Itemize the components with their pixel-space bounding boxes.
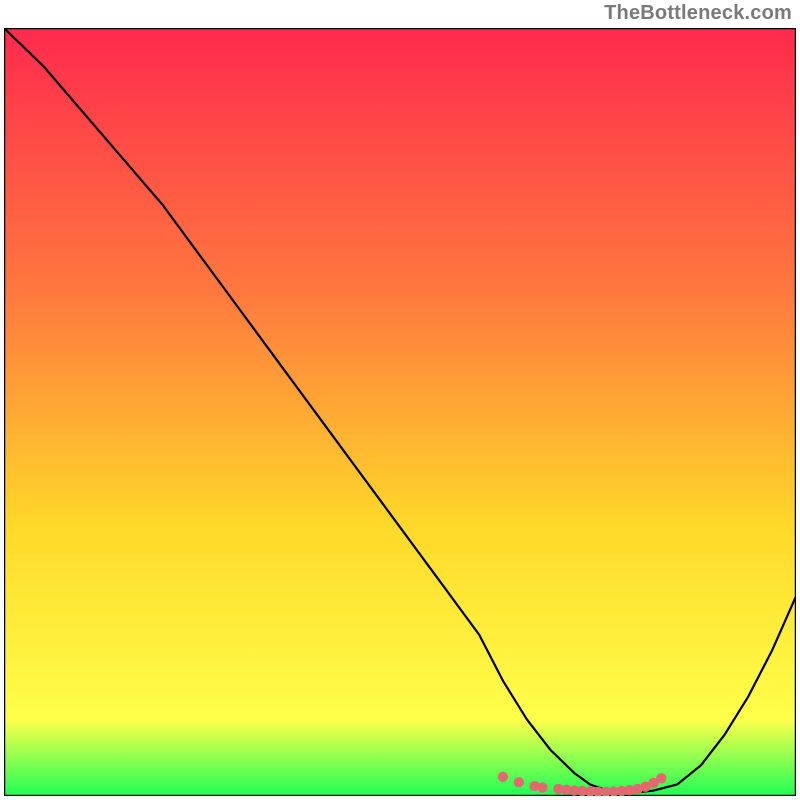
marker-dot — [498, 772, 508, 782]
watermark-text: TheBottleneck.com — [604, 2, 792, 25]
chart-svg — [4, 28, 796, 796]
chart-frame: TheBottleneck.com — [0, 0, 800, 800]
plot-area — [4, 28, 796, 796]
marker-dot — [537, 782, 547, 792]
gradient-background — [4, 28, 796, 796]
marker-dot — [656, 773, 666, 783]
marker-dot — [514, 777, 524, 787]
